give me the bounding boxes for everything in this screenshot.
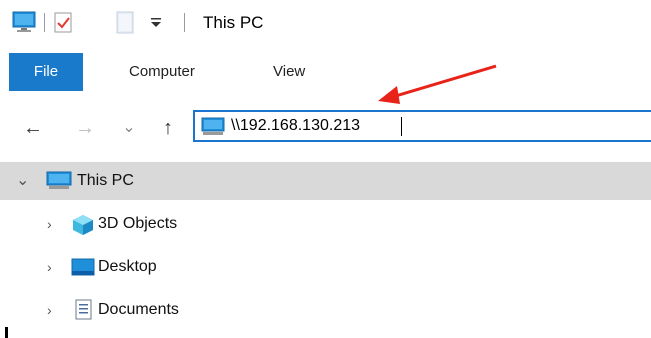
forward-button[interactable]: →	[72, 103, 98, 153]
address-input[interactable]	[231, 112, 531, 140]
tree-item-documents[interactable]: › Documents	[0, 291, 651, 329]
address-bar[interactable]	[193, 110, 651, 142]
tab-computer[interactable]: Computer	[129, 53, 195, 91]
computer-icon	[201, 117, 225, 142]
ribbon-tabs: File Computer View	[0, 53, 651, 93]
tree-item-this-pc[interactable]: ⌄ This PC	[0, 162, 651, 200]
back-button[interactable]: ←	[20, 103, 46, 153]
title-bar: This PC	[0, 0, 651, 46]
tree-item-label: Documents	[98, 301, 179, 318]
tab-file[interactable]: File	[9, 53, 83, 91]
chevron-right-icon[interactable]: ›	[47, 291, 52, 329]
3d-objects-icon	[72, 214, 94, 241]
up-button[interactable]: ↑	[156, 103, 180, 153]
tree-item-label: Desktop	[98, 258, 157, 275]
chevron-right-icon[interactable]: ›	[47, 205, 52, 243]
tree-item-label: 3D Objects	[98, 215, 178, 232]
computer-icon	[46, 171, 72, 196]
text-caret	[401, 117, 402, 136]
recent-locations-button[interactable]: ⌄	[120, 103, 138, 153]
separator	[44, 13, 45, 32]
tree-item-label: This PC	[77, 172, 134, 189]
separator	[184, 13, 185, 32]
cursor-artifact	[5, 327, 8, 338]
properties-icon[interactable]	[54, 12, 74, 39]
window-title: This PC	[203, 13, 264, 32]
tab-view[interactable]: View	[273, 53, 305, 91]
navigation-bar: ← → ⌄ ↑	[0, 103, 651, 153]
desktop-icon	[71, 258, 95, 281]
tree-item-3d-objects[interactable]: › 3D Objects	[0, 205, 651, 243]
chevron-right-icon[interactable]: ›	[47, 248, 52, 286]
documents-icon	[74, 299, 94, 326]
chevron-down-icon[interactable]: ⌄	[16, 162, 29, 200]
new-folder-icon[interactable]	[116, 11, 136, 40]
customize-quick-access-icon[interactable]	[149, 15, 163, 34]
computer-icon[interactable]	[12, 11, 36, 38]
tree-item-desktop[interactable]: › Desktop	[0, 248, 651, 286]
